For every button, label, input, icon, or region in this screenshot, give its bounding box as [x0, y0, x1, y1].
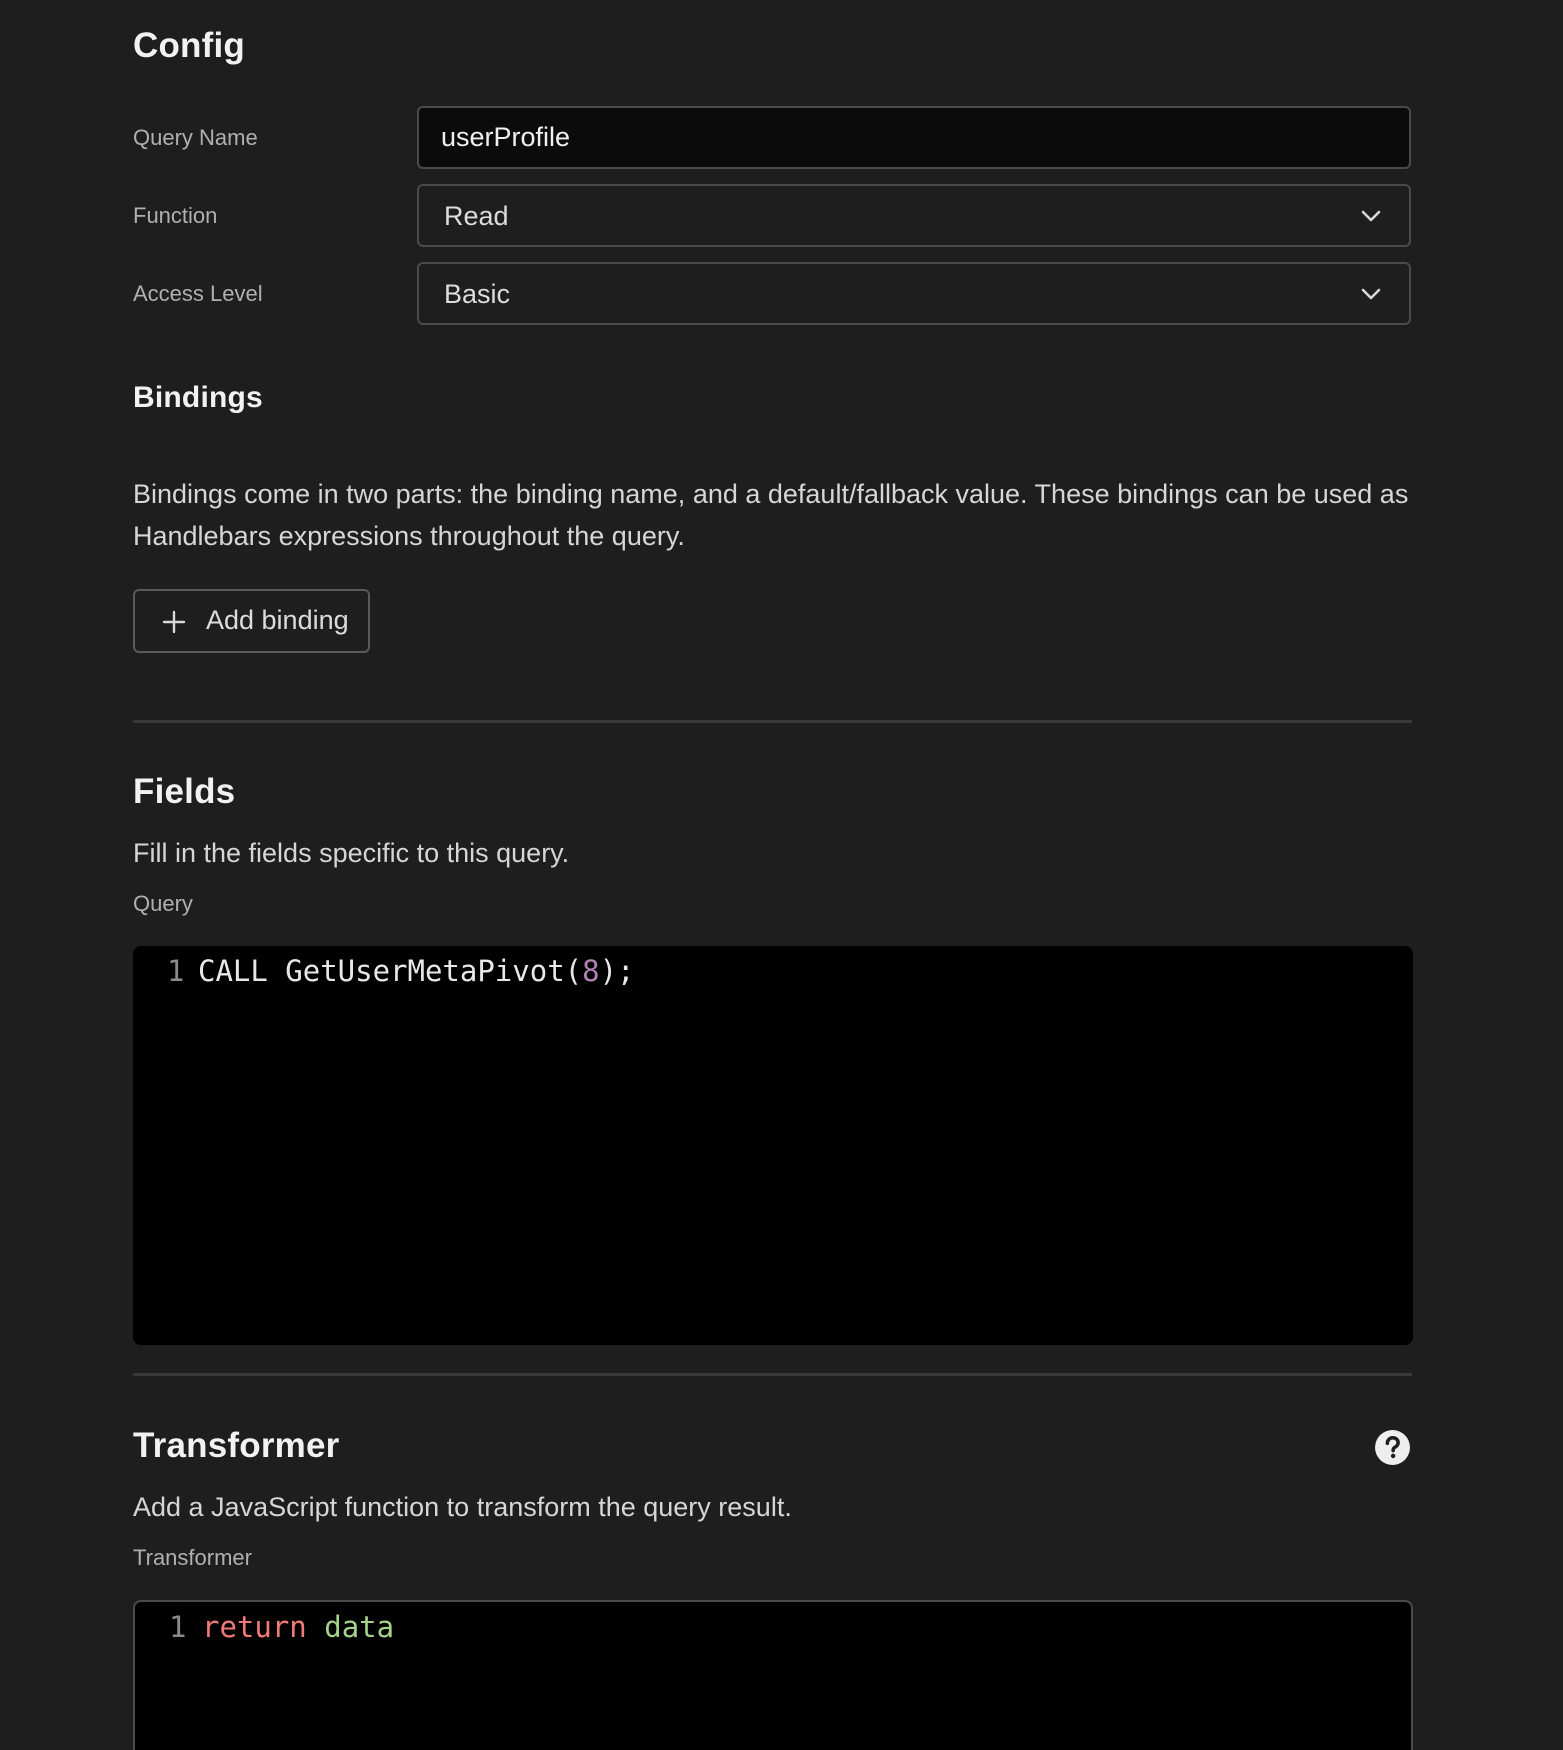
function-select[interactable]: Read: [417, 184, 1411, 247]
question-circle-icon[interactable]: [1374, 1429, 1411, 1466]
code-line: 1 CALL GetUserMetaPivot(8);: [133, 951, 1413, 991]
transformer-code-editor[interactable]: 1 return data: [133, 1600, 1413, 1750]
query-name-input[interactable]: [417, 106, 1411, 169]
line-number: 1: [169, 1610, 187, 1644]
query-editor-page: Config Query Name Function Read Access L…: [0, 0, 1563, 1750]
add-binding-label: Add binding: [206, 605, 349, 635]
function-select-value: Read: [444, 201, 509, 231]
transformer-field-label: Transformer: [133, 1545, 252, 1570]
query-code: CALL GetUserMetaPivot(8);: [198, 951, 635, 991]
access-level-label: Access Level: [133, 281, 263, 306]
query-name-label: Query Name: [133, 125, 258, 150]
transformer-heading: Transformer: [133, 1426, 340, 1465]
fields-description: Fill in the fields specific to this quer…: [133, 838, 570, 868]
transformer-code: return data: [202, 1607, 394, 1647]
code-token: );: [599, 954, 635, 988]
section-divider: [133, 1373, 1412, 1376]
code-keyword-token: return: [202, 1610, 307, 1644]
bindings-description: Bindings come in two parts: the binding …: [133, 479, 1409, 551]
chevron-down-icon: [1361, 288, 1381, 300]
add-binding-button[interactable]: Add binding: [133, 589, 370, 653]
section-divider: [133, 720, 1412, 723]
fields-heading: Fields: [133, 772, 236, 811]
code-line: 1 return data: [135, 1607, 1411, 1647]
query-field-label: Query: [133, 891, 193, 916]
function-label: Function: [133, 203, 218, 228]
bindings-heading: Bindings: [133, 381, 263, 414]
plus-icon: [162, 610, 186, 634]
line-number: 1: [167, 954, 185, 988]
code-token: CALL GetUserMetaPivot(: [198, 954, 583, 988]
code-number-token: 8: [582, 954, 600, 988]
code-identifier-token: data: [324, 1610, 395, 1644]
config-heading: Config: [133, 26, 245, 65]
access-level-select-value: Basic: [444, 279, 511, 309]
access-level-select[interactable]: Basic: [417, 262, 1411, 325]
chevron-down-icon: [1361, 210, 1381, 222]
query-code-editor[interactable]: 1 CALL GetUserMetaPivot(8);: [133, 946, 1413, 1345]
transformer-description: Add a JavaScript function to transform t…: [133, 1492, 792, 1522]
